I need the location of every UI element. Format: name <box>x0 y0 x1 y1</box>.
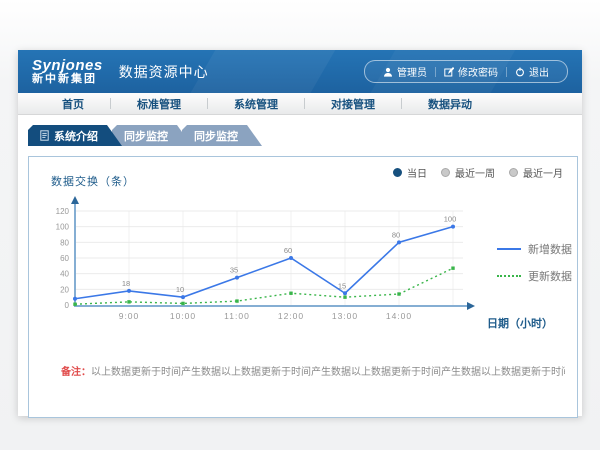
nav-item-2[interactable]: 标准管理 <box>111 96 207 112</box>
svg-text:80: 80 <box>60 238 69 247</box>
svg-text:10:00: 10:00 <box>170 311 196 321</box>
svg-text:20: 20 <box>60 285 69 294</box>
brand-logo-cn: 新中新集团 <box>32 74 103 86</box>
page-title: 数据资源中心 <box>119 62 209 82</box>
radio-label: 最近一月 <box>523 165 563 180</box>
radio-label: 当日 <box>407 165 427 180</box>
svg-text:0: 0 <box>65 301 70 310</box>
legend-label: 更新数据 <box>528 268 572 284</box>
chart-panel: 当日 最近一周 最近一月 数据交换（条） 0 20 40 60 80 100 120 9:00 10… <box>28 156 578 418</box>
radio-当日[interactable]: 当日 <box>393 165 427 180</box>
time-range-filter: 当日 最近一周 最近一月 <box>393 165 563 180</box>
nav-item-5[interactable]: 数据异动 <box>402 96 498 112</box>
svg-text:40: 40 <box>60 270 69 279</box>
change-password-label: 修改密码 <box>458 64 498 79</box>
svg-text:120: 120 <box>56 207 70 216</box>
radio-dot <box>441 168 450 177</box>
svg-text:60: 60 <box>284 246 292 255</box>
power-icon <box>515 67 525 77</box>
user-menu: 管理员 修改密码 退出 <box>364 60 568 83</box>
radio-dot <box>509 168 518 177</box>
x-axis-title: 日期（小时） <box>487 315 553 331</box>
username-label: 管理员 <box>397 64 427 79</box>
main-content: 系统介绍 同步监控 同步监控 当日 最近一周 最近一月 数据交换（条） 0 20 40 60 8… <box>18 115 582 416</box>
logout-label: 退出 <box>529 64 549 79</box>
svg-text:15: 15 <box>338 281 346 290</box>
app-header: Synjones 新中新集团 数据资源中心 管理员 修改密码 <box>18 50 582 93</box>
svg-text:12:00: 12:00 <box>278 311 304 321</box>
svg-text:9:00: 9:00 <box>119 311 140 321</box>
nav-item-4[interactable]: 对接管理 <box>305 96 401 112</box>
series-legend: 新增数据更新数据 <box>497 241 572 284</box>
tab-label: 系统介绍 <box>54 128 98 144</box>
footnote: 备注：以上数据更新于时间产生数据以上数据更新于时间产生数据以上数据更新于时间产生… <box>61 363 565 378</box>
radio-最近一周[interactable]: 最近一周 <box>441 165 495 180</box>
radio-最近一月[interactable]: 最近一月 <box>509 165 563 180</box>
tab-label: 同步监控 <box>194 128 238 144</box>
tab-label: 同步监控 <box>124 128 168 144</box>
legend-line-sample <box>497 248 521 250</box>
svg-text:100: 100 <box>56 223 70 232</box>
brand-logo: Synjones 新中新集团 <box>32 58 103 85</box>
line-chart: 0 20 40 60 80 100 120 9:00 10:00 11:00 12:00 13:00 1… <box>35 195 509 333</box>
svg-text:60: 60 <box>60 254 69 263</box>
app-window: Synjones 新中新集团 数据资源中心 管理员 修改密码 <box>18 50 582 416</box>
footnote-text: 以上数据更新于时间产生数据以上数据更新于时间产生数据以上数据更新于时间产生数据以… <box>91 367 565 378</box>
document-icon <box>40 130 49 141</box>
tab-3[interactable]: 同步监控 <box>182 125 262 146</box>
svg-text:18: 18 <box>122 279 130 288</box>
legend-label: 新增数据 <box>528 241 572 257</box>
edit-icon <box>444 67 454 77</box>
svg-text:14:00: 14:00 <box>386 311 412 321</box>
chart-svg: 0 20 40 60 80 100 120 9:00 10:00 11:00 12:00 13:00 1… <box>35 195 509 333</box>
main-nav: 首页标准管理系统管理对接管理数据异动 <box>18 93 582 115</box>
tab-bar: 系统介绍 同步监控 同步监控 <box>18 115 582 146</box>
legend-item-2: 更新数据 <box>497 268 572 284</box>
legend-item-1: 新增数据 <box>497 241 572 257</box>
footnote-prefix: 备注： <box>61 367 91 378</box>
svg-text:100: 100 <box>444 215 457 224</box>
svg-text:80: 80 <box>392 230 400 239</box>
logout-button[interactable]: 退出 <box>507 64 557 79</box>
tab-1[interactable]: 系统介绍 <box>28 125 122 146</box>
radio-dot <box>393 168 402 177</box>
svg-text:11:00: 11:00 <box>224 311 250 321</box>
legend-line-sample <box>497 275 521 277</box>
svg-text:13:00: 13:00 <box>332 311 358 321</box>
nav-item-1[interactable]: 首页 <box>36 96 110 112</box>
tab-2[interactable]: 同步监控 <box>112 125 192 146</box>
user-icon <box>383 67 393 77</box>
change-password-button[interactable]: 修改密码 <box>436 64 506 79</box>
user-account-button[interactable]: 管理员 <box>375 64 435 79</box>
nav-item-3[interactable]: 系统管理 <box>208 96 304 112</box>
y-axis-title: 数据交换（条） <box>51 173 135 189</box>
svg-text:35: 35 <box>230 266 238 275</box>
brand-logo-en: Synjones <box>32 58 103 74</box>
svg-text:10: 10 <box>176 285 184 294</box>
radio-label: 最近一周 <box>455 165 495 180</box>
